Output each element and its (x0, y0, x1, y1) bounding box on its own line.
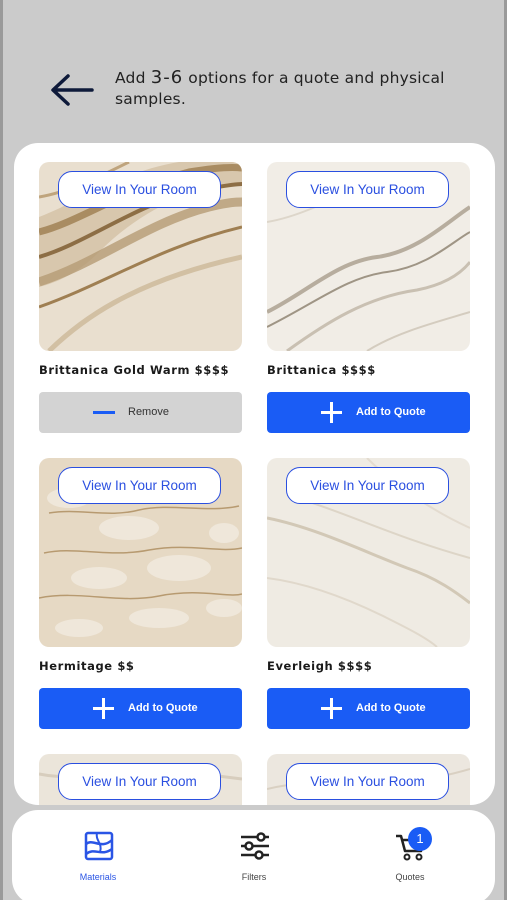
back-arrow-icon[interactable] (48, 72, 96, 108)
material-name: Brittanica $$$$ (267, 363, 376, 377)
add-to-quote-button[interactable]: Add to Quote (267, 688, 470, 729)
add-to-quote-button[interactable]: Add to Quote (39, 688, 242, 729)
screen: Add 3-6 options for a quote and physical… (0, 0, 507, 900)
add-to-quote-button[interactable]: Add to Quote (267, 392, 470, 433)
nav-filters[interactable]: Filters (214, 830, 294, 890)
quote-count-badge: 1 (408, 827, 432, 851)
plus-icon (93, 698, 114, 719)
nav-materials-label: Materials (79, 872, 117, 882)
instruction-range: 3-6 (150, 67, 184, 88)
view-in-room-button[interactable]: View In Your Room (58, 171, 221, 208)
material-name: Brittanica Gold Warm $$$$ (39, 363, 230, 377)
material-swatch-image[interactable]: View In Your Room (267, 162, 470, 351)
add-to-quote-label: Add to Quote (128, 702, 198, 714)
nav-materials[interactable]: Materials (58, 830, 138, 890)
view-in-room-button[interactable]: View In Your Room (286, 467, 449, 504)
material-swatch-image[interactable]: View In Your Room (39, 458, 242, 647)
instruction-text: Add 3-6 options for a quote and physical… (115, 67, 475, 110)
screen-edge-left (0, 0, 3, 900)
header: Add 3-6 options for a quote and physical… (0, 62, 507, 122)
material-swatch-image[interactable]: View In Your Room (39, 754, 242, 805)
remove-button[interactable]: Remove (39, 392, 242, 433)
view-in-room-button[interactable]: View In Your Room (286, 763, 449, 800)
add-to-quote-label: Add to Quote (356, 406, 426, 418)
nav-filters-label: Filters (241, 872, 267, 882)
material-name: Everleigh $$$$ (267, 659, 373, 673)
plus-icon (321, 402, 342, 423)
material-swatch-image[interactable]: View In Your Room (267, 754, 470, 805)
materials-panel[interactable]: View In Your Room Brittanica Gold Warm $… (14, 143, 495, 805)
material-swatch-image[interactable]: View In Your Room (39, 162, 242, 351)
material-name: Hermitage $$ (39, 659, 135, 673)
plus-icon (321, 698, 342, 719)
nav-quotes-label: Quotes (395, 872, 425, 882)
view-in-room-button[interactable]: View In Your Room (58, 467, 221, 504)
view-in-room-button[interactable]: View In Your Room (58, 763, 221, 800)
view-in-room-button[interactable]: View In Your Room (286, 171, 449, 208)
instruction-prefix: Add (115, 69, 151, 87)
minus-icon (93, 411, 115, 414)
remove-label: Remove (128, 406, 169, 418)
materials-icon (83, 830, 115, 862)
material-swatch-image[interactable]: View In Your Room (267, 458, 470, 647)
filters-sliders-icon (239, 830, 271, 862)
add-to-quote-label: Add to Quote (356, 702, 426, 714)
bottom-navigation: Materials Filters Quotes 1 (12, 810, 495, 900)
